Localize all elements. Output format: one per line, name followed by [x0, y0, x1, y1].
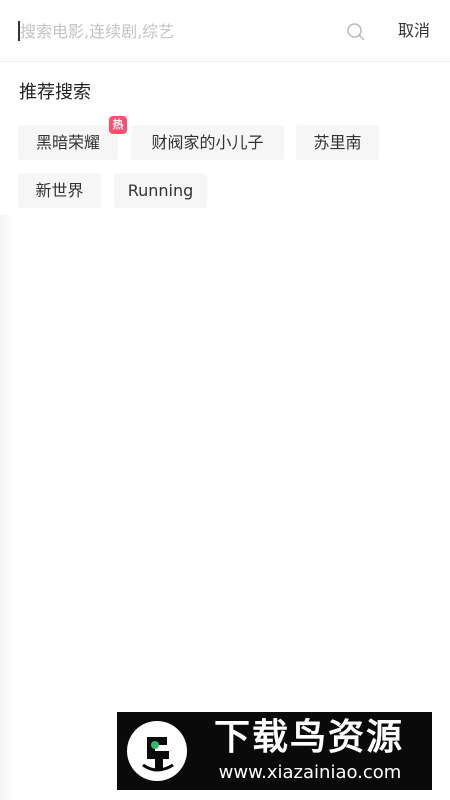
search-tag-chip[interactable]: Running — [114, 173, 207, 208]
search-tag-chip[interactable]: 苏里南 — [296, 125, 379, 160]
cancel-button[interactable]: 取消 — [392, 18, 436, 44]
hot-badge: 热 — [109, 116, 127, 134]
search-tag-label: 新世界 — [35, 181, 84, 200]
search-tag-label: 财阀家的小儿子 — [151, 133, 264, 152]
search-tag-label: 苏里南 — [313, 133, 362, 152]
watermark-title: 下载鸟资源 — [213, 717, 404, 758]
bird-logo-icon — [127, 721, 187, 781]
watermark-banner: 下载鸟资源 www.xiazainiao.com — [117, 712, 432, 790]
search-tag-label: 黑暗荣耀 — [35, 133, 100, 152]
search-bar: 取消 — [0, 0, 450, 62]
search-tag-chip[interactable]: 财阀家的小儿子 — [131, 125, 284, 160]
search-tag-label: Running — [127, 181, 194, 200]
edge-shadow — [0, 215, 14, 800]
recommended-search-title: 推荐搜索 — [19, 82, 91, 103]
search-input[interactable] — [18, 16, 338, 46]
search-tag-chip[interactable]: 新世界 — [18, 173, 101, 208]
search-tag-chip[interactable]: 黑暗荣耀 热 — [18, 116, 127, 160]
watermark-url: www.xiazainiao.com — [218, 762, 402, 783]
text-cursor — [18, 21, 20, 41]
search-icon[interactable] — [346, 22, 366, 42]
